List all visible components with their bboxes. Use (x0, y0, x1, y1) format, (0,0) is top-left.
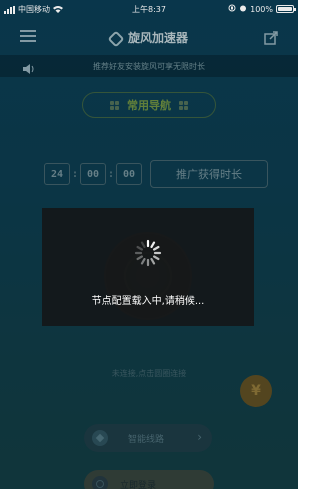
loading-message: 节点配置载入中,请稍候... (91, 296, 205, 307)
app-screen: 中国移动 上午8:37 100% 旋风加速器 推荐好友安装旋风可享无限时长 常用… (0, 0, 298, 489)
spinner-icon (134, 239, 162, 267)
loading-dialog: 节点配置载入中,请稍候... (42, 208, 254, 326)
